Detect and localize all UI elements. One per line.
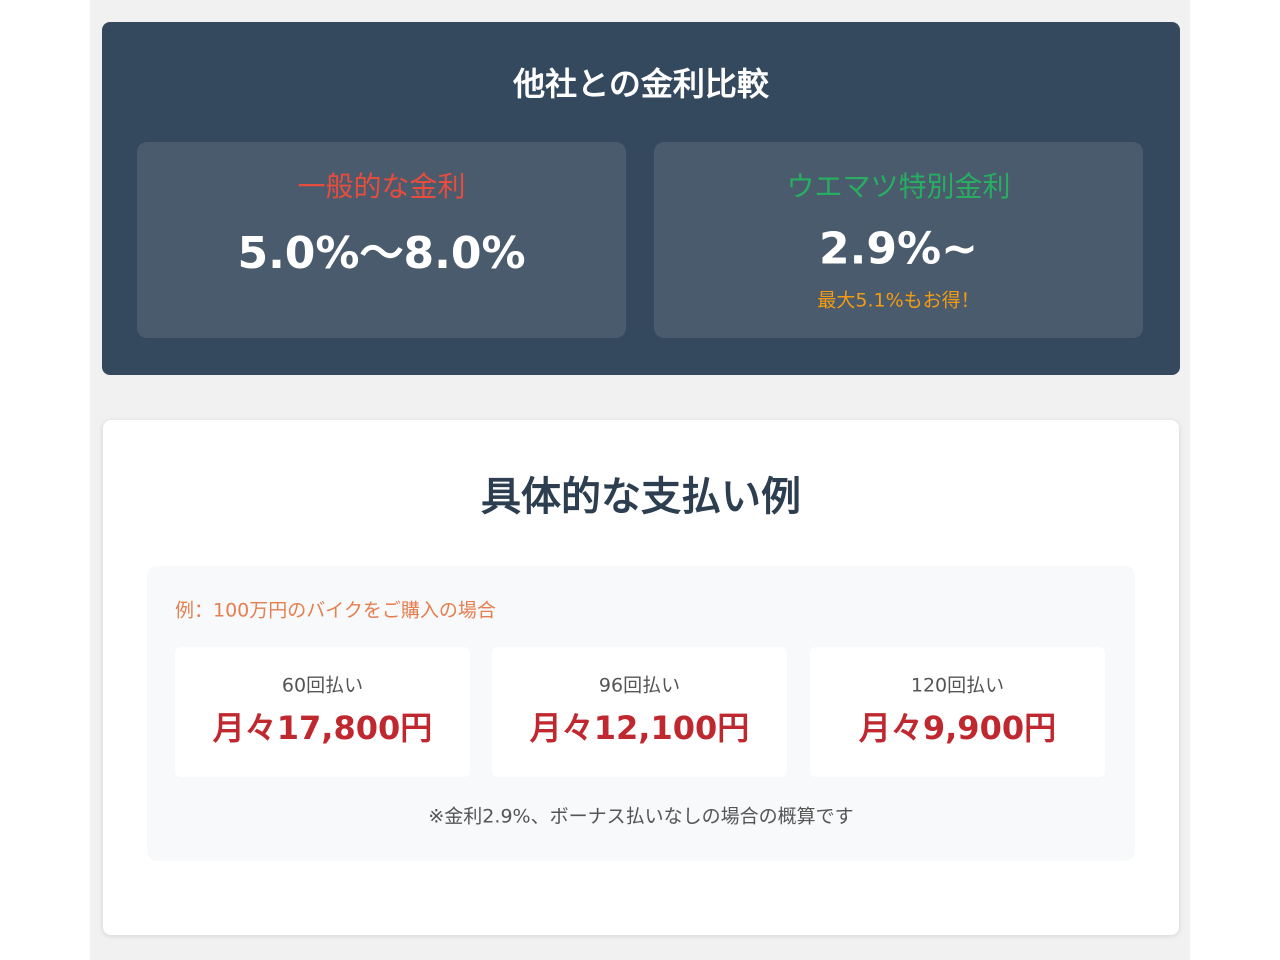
general-rate-value: 5.0%〜8.0% bbox=[237, 228, 526, 279]
payment-example-box: 例：100万円のバイクをご購入の場合 60回払い 月々17,800円 96回払い… bbox=[147, 566, 1135, 861]
plan-monthly-amount: 月々12,100円 bbox=[529, 709, 750, 747]
plan-label: 96回払い bbox=[598, 674, 681, 697]
special-rate-label: ウエマツ特別金利 bbox=[786, 170, 1011, 203]
plan-label: 60回払い bbox=[281, 674, 364, 697]
general-rate-label: 一般的な金利 bbox=[297, 170, 466, 203]
payment-example-title: 具体的な支払い例 bbox=[481, 474, 801, 520]
payment-example-caption: 例：100万円のバイクをご購入の場合 bbox=[175, 599, 496, 622]
payment-example-footnote: ※金利2.9%、ボーナス払いなしの場合の概算です bbox=[428, 805, 854, 828]
general-rate-card: 一般的な金利 5.0%〜8.0% bbox=[137, 142, 626, 338]
special-rate-value: 2.9%~ bbox=[819, 223, 978, 275]
savings-note: 最大5.1%もお得！ bbox=[817, 289, 980, 312]
rate-comparison-title: 他社との金利比較 bbox=[513, 65, 769, 103]
plan-card-60: 60回払い 月々17,800円 bbox=[175, 647, 470, 777]
plan-label: 120回払い bbox=[910, 674, 1005, 697]
plan-monthly-amount: 月々17,800円 bbox=[212, 709, 433, 747]
plan-card-120: 120回払い 月々9,900円 bbox=[810, 647, 1105, 777]
special-rate-card: ウエマツ特別金利 2.9%~ 最大5.1%もお得！ bbox=[654, 142, 1143, 338]
rate-comparison-section: 他社との金利比較 一般的な金利 5.0%〜8.0% ウエマツ特別金利 2.9%~… bbox=[102, 22, 1180, 375]
payment-example-section: 具体的な支払い例 例：100万円のバイクをご購入の場合 60回払い 月々17,8… bbox=[103, 420, 1179, 935]
plan-monthly-amount: 月々9,900円 bbox=[858, 709, 1057, 747]
plan-card-96: 96回払い 月々12,100円 bbox=[492, 647, 787, 777]
